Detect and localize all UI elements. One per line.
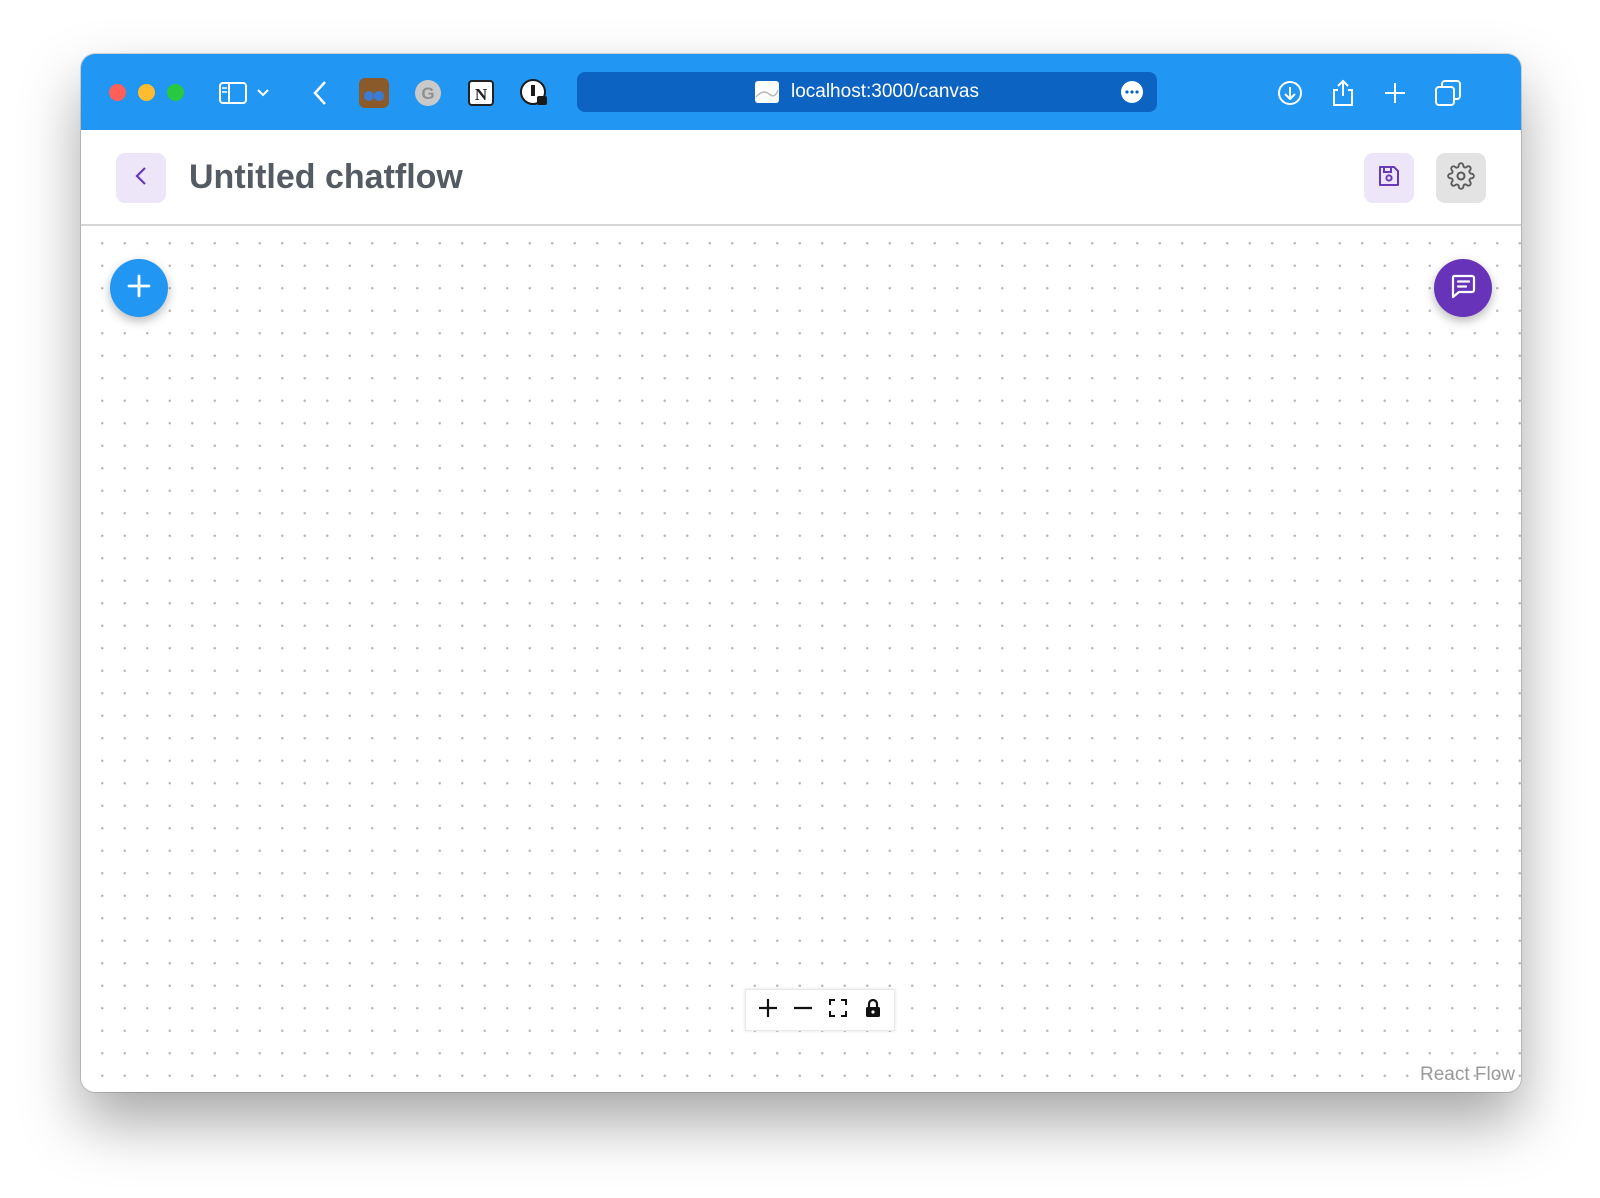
window-minimize-button[interactable] xyxy=(138,84,155,101)
more-options-icon[interactable] xyxy=(1121,81,1143,103)
chat-button[interactable] xyxy=(1434,259,1492,317)
grammarly-extension-icon[interactable]: G xyxy=(411,76,445,110)
add-node-button[interactable] xyxy=(110,259,168,317)
sidebar-toggle-icon[interactable] xyxy=(216,76,250,110)
chat-icon xyxy=(1449,272,1477,305)
extension-tab-icon[interactable] xyxy=(359,78,389,108)
address-bar[interactable]: localhost:3000/canvas xyxy=(577,72,1157,112)
zoom-out-button[interactable] xyxy=(787,994,819,1026)
plus-icon xyxy=(126,273,152,304)
fit-view-button[interactable] xyxy=(822,994,854,1026)
app-header: Untitled chatflow xyxy=(81,130,1521,226)
chevron-down-icon[interactable] xyxy=(253,76,273,110)
settings-button[interactable] xyxy=(1436,153,1486,203)
svg-text:N: N xyxy=(475,85,488,104)
page-favicon-icon xyxy=(754,81,779,103)
flow-canvas[interactable]: React Flow xyxy=(81,226,1521,1092)
address-url: localhost:3000/canvas xyxy=(790,81,979,102)
fit-view-icon xyxy=(828,998,848,1023)
back-button[interactable] xyxy=(116,153,166,203)
window-maximize-button[interactable] xyxy=(167,84,184,101)
share-icon[interactable] xyxy=(1326,76,1360,110)
download-icon[interactable] xyxy=(1273,76,1307,110)
notion-extension-icon[interactable]: N xyxy=(464,76,498,110)
new-tab-icon[interactable] xyxy=(1378,76,1412,110)
plus-icon xyxy=(758,998,778,1023)
browser-toolbar: G N localhost:3000/canvas xyxy=(81,54,1521,130)
lock-icon xyxy=(864,998,882,1023)
browser-back-icon[interactable] xyxy=(303,76,337,110)
lock-button[interactable] xyxy=(857,994,889,1026)
window-close-button[interactable] xyxy=(109,84,126,101)
save-icon xyxy=(1376,163,1402,194)
react-flow-attribution[interactable]: React Flow xyxy=(1420,1064,1515,1086)
svg-text:G: G xyxy=(421,84,434,103)
gear-icon xyxy=(1447,161,1475,195)
chevron-left-icon xyxy=(134,165,148,192)
zoom-in-button[interactable] xyxy=(752,994,784,1026)
canvas-controls xyxy=(745,989,895,1031)
save-button[interactable] xyxy=(1364,153,1414,203)
minus-icon xyxy=(793,998,813,1023)
browser-window: G N localhost:3000/canvas Untitled chatf… xyxy=(81,54,1521,1092)
tab-overview-icon[interactable] xyxy=(1431,76,1465,110)
page-title: Untitled chatflow xyxy=(189,158,463,196)
password-extension-icon[interactable] xyxy=(517,76,551,110)
